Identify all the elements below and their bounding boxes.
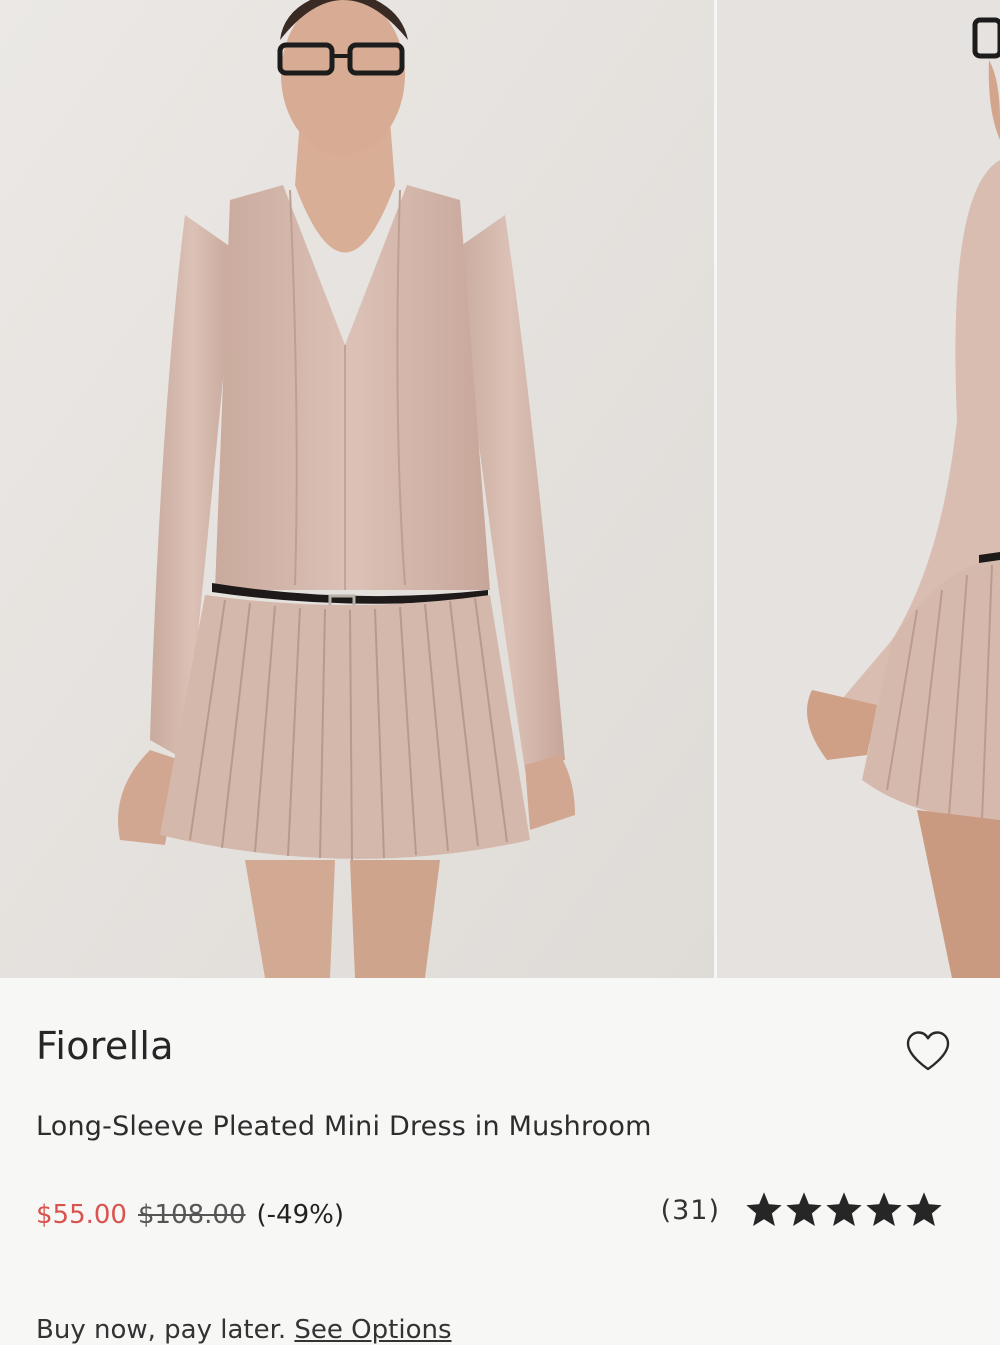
- model-side-illustration: [717, 0, 1000, 978]
- product-name: Long-Sleeve Pleated Mini Dress in Mushro…: [36, 1111, 652, 1142]
- sale-price: $55.00: [36, 1200, 127, 1230]
- product-brand-title: Fiorella: [36, 1024, 174, 1068]
- product-image-gallery[interactable]: [0, 0, 1000, 978]
- wishlist-button[interactable]: [903, 1028, 953, 1074]
- discount-percent: (-49%): [256, 1200, 344, 1230]
- star-icon: [866, 1192, 902, 1226]
- bnpl-text: Buy now, pay later.: [36, 1315, 287, 1345]
- product-image-front[interactable]: [0, 0, 714, 978]
- see-options-link[interactable]: See Options: [294, 1315, 451, 1345]
- buy-now-pay-later: Buy now, pay later. See Options: [36, 1315, 452, 1345]
- review-count: (31): [660, 1194, 720, 1226]
- product-image-side[interactable]: [717, 0, 1000, 978]
- model-front-illustration: [0, 0, 714, 978]
- original-price: $108.00: [137, 1200, 246, 1230]
- star-icon: [746, 1192, 782, 1226]
- star-icon: [826, 1192, 862, 1226]
- reviews-summary[interactable]: (31): [661, 1192, 942, 1228]
- product-info-panel: Fiorella Long-Sleeve Pleated Mini Dress …: [0, 978, 1000, 1345]
- heart-outline-icon: [906, 1031, 950, 1071]
- star-rating: [746, 1192, 942, 1228]
- star-icon: [906, 1192, 942, 1226]
- star-icon: [786, 1192, 822, 1226]
- price-row: $55.00 $108.00 (-49%): [36, 1200, 344, 1230]
